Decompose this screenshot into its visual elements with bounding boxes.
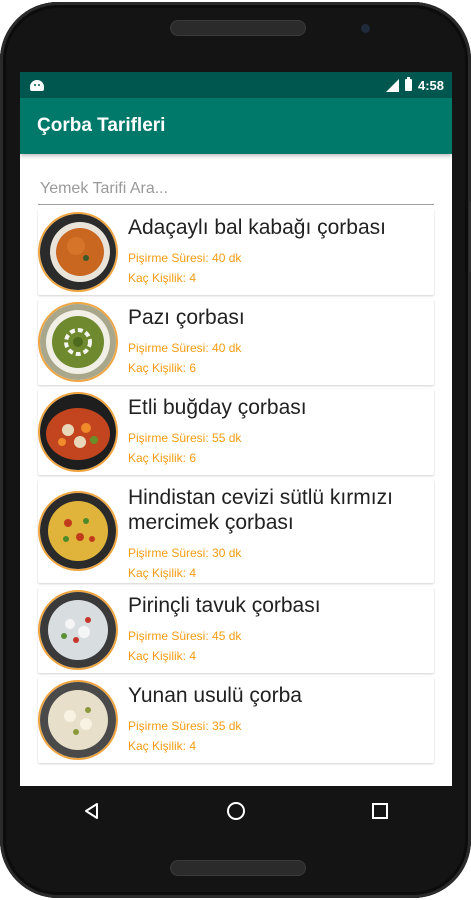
recipe-servings: Kaç Kişilik: 6 — [128, 361, 197, 375]
recipe-cook-time: Pişirme Süresi: 45 dk — [128, 629, 242, 643]
recipe-cook-time: Pişirme Süresi: 55 dk — [128, 431, 242, 445]
list-item-recipe-3[interactable]: Hindistan cevizi sütlü kırmızı mercimek … — [38, 479, 434, 583]
recipe-servings: Kaç Kişilik: 4 — [128, 566, 197, 580]
recipe-cook-time: Pişirme Süresi: 40 dk — [128, 341, 242, 355]
list-item-recipe-0[interactable]: Adaçaylı bal kabağı çorbası Pişirme Süre… — [38, 209, 434, 295]
phone-frame: 4:58 Çorba Tarifleri Yemek Tarifi Ara...… — [0, 2, 471, 898]
recipe-title: Etli buğday çorbası — [128, 396, 307, 419]
recipe-servings: Kaç Kişilik: 4 — [128, 739, 197, 753]
recipe-cook-time: Pişirme Süresi: 40 dk — [128, 251, 242, 265]
recipe-cook-time: Pişirme Süresi: 35 dk — [128, 719, 242, 733]
status-time: 4:58 — [417, 77, 444, 93]
top-speaker — [170, 20, 306, 36]
battery-icon — [404, 77, 412, 91]
recipe-image — [38, 680, 118, 760]
recipe-image — [38, 212, 118, 292]
screen: 4:58 Çorba Tarifleri Yemek Tarifi Ara...… — [20, 72, 452, 786]
recipe-image — [38, 392, 118, 472]
recipe-list: Adaçaylı bal kabağı çorbası Pişirme Süre… — [38, 209, 434, 763]
home-circle-icon — [227, 802, 245, 820]
list-item-recipe-4[interactable]: Pirinçli tavuk çorbası Pişirme Süresi: 4… — [38, 587, 434, 673]
recipe-servings: Kaç Kişilik: 4 — [128, 649, 197, 663]
recents-button[interactable] — [360, 791, 400, 831]
main-content: Adaçaylı bal kabağı çorbası Pişirme Süre… — [20, 154, 452, 763]
app-bar: Çorba Tarifleri — [20, 98, 452, 154]
back-triangle-icon — [85, 803, 98, 819]
status-bar: 4:58 — [20, 72, 452, 98]
recipe-title: Pazı çorbası — [128, 306, 245, 329]
recipe-servings: Kaç Kişilik: 6 — [128, 451, 197, 465]
page-title: Çorba Tarifleri — [37, 115, 166, 136]
recipe-title: Pirinçli tavuk çorbası — [128, 594, 321, 617]
recipe-image — [38, 590, 118, 670]
front-camera — [361, 24, 370, 33]
recents-square-icon — [372, 803, 388, 819]
recipe-image — [38, 491, 118, 571]
list-item-recipe-1[interactable]: Pazı çorbası Pişirme Süresi: 40 dk Kaç K… — [38, 299, 434, 385]
recipe-title: Yunan usulü çorba — [128, 684, 302, 707]
android-icon — [30, 79, 44, 91]
recipe-title: Hindistan cevizi sütlü kırmızı mercimek … — [128, 486, 393, 534]
recipe-title: Adaçaylı bal kabağı çorbası — [128, 216, 386, 239]
bottom-speaker — [170, 860, 306, 876]
search-input[interactable] — [38, 174, 434, 205]
navigation-bar — [20, 786, 452, 836]
recipe-image — [38, 302, 118, 382]
signal-icon — [385, 78, 399, 92]
back-button[interactable] — [72, 791, 112, 831]
recipe-cook-time: Pişirme Süresi: 30 dk — [128, 546, 242, 560]
list-item-recipe-2[interactable]: Etli buğday çorbası Pişirme Süresi: 55 d… — [38, 389, 434, 475]
list-item-recipe-5[interactable]: Yunan usulü çorba Pişirme Süresi: 35 dk … — [38, 677, 434, 763]
recipe-servings: Kaç Kişilik: 4 — [128, 271, 197, 285]
home-button[interactable] — [216, 791, 256, 831]
